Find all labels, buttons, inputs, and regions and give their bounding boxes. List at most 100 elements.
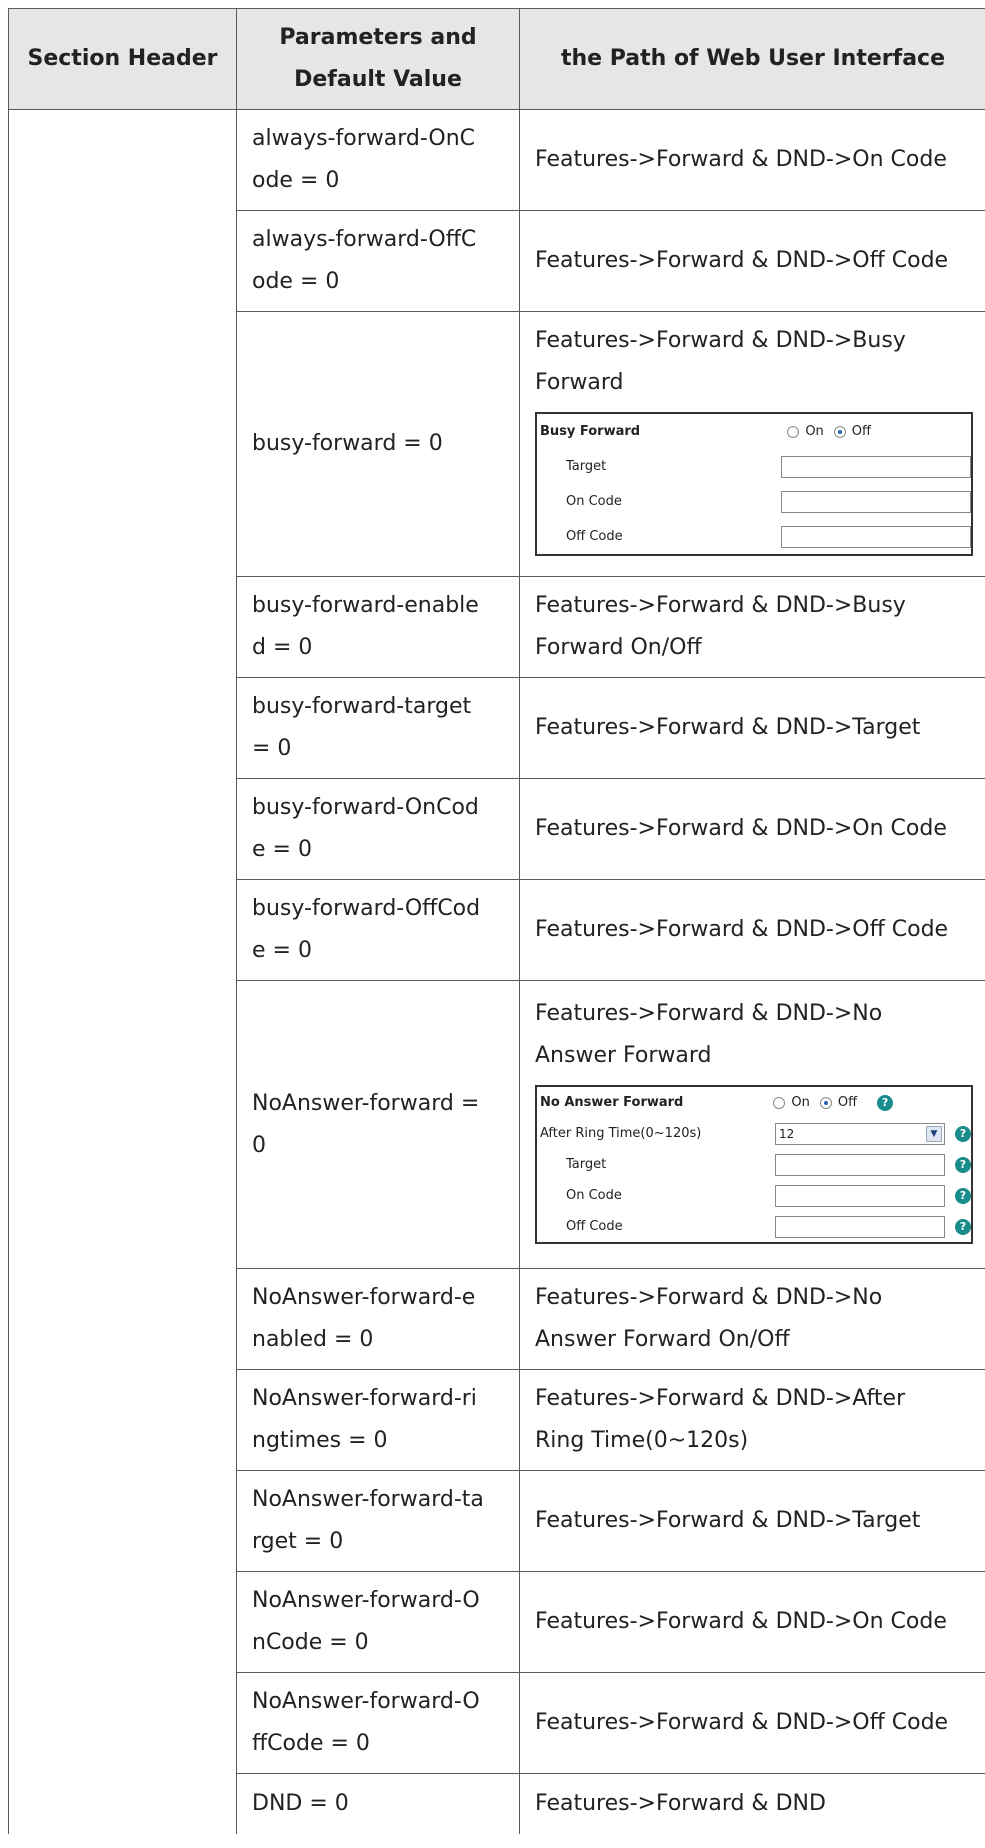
help-icon[interactable]: ? [955,1218,971,1235]
ring-time-row: After Ring Time(0~120s) 12 ▼ ? [537,1118,971,1149]
ring-time-value: 12 [779,1126,795,1141]
radio-off[interactable] [833,425,846,438]
path-line: Ring Time(0~120s) [535,1428,749,1453]
param-cell: NoAnswer-forward = 0 [236,980,520,1269]
busy-offcode-field-wrap [781,525,971,548]
busy-offcode-input[interactable] [781,525,971,548]
param-line: ode = 0 [252,269,340,294]
busy-oncode-field-wrap [781,490,971,513]
path-cell: Features->Forward & DND->Busy Forward On… [519,576,985,678]
path-cell: Features->Forward & DND->Busy Forward Bu… [519,311,985,577]
path-line: Features->Forward & DND->Off Code [535,1710,949,1735]
param-line: nabled = 0 [252,1327,374,1352]
path-line: Features->Forward & DND->Target [535,715,921,740]
ring-time-label: After Ring Time(0~120s) [540,1126,702,1141]
radio-on-label: On [805,424,824,439]
table-row: always-forward-OnC ode = 0 Features->For… [8,109,985,1834]
busy-forward-title-row: Busy Forward On Off [537,414,971,449]
path-line: Features->Forward & DND->No [535,1001,883,1026]
path-cell: Features->Forward & DND->After Ring Time… [519,1369,985,1471]
param-line: = 0 [252,736,292,761]
busy-oncode-label: On Code [566,494,622,509]
radio-on-label: On [791,1095,810,1110]
noanswer-title: No Answer Forward [540,1095,684,1110]
busy-forward-panel: Busy Forward On Off Target On Code Off C… [535,412,973,556]
param-line: NoAnswer-forward-ri [252,1386,477,1411]
param-cell: NoAnswer-forward-O ffCode = 0 [236,1672,520,1774]
noanswer-oncode-label: On Code [566,1188,622,1203]
param-line: busy-forward-target [252,694,472,719]
path-cell: Features->Forward & DND->No Answer Forwa… [519,980,985,1269]
param-cell: busy-forward-OffCod e = 0 [236,879,520,981]
ring-time-select[interactable]: 12 ▼ [775,1122,945,1145]
path-cell: Features->Forward & DND->On Code [519,778,985,880]
path-line: Features->Forward & DND->Off Code [535,248,949,273]
param-line: 0 [252,1132,266,1158]
radio-on[interactable] [773,1096,786,1109]
help-icon[interactable]: ? [955,1125,971,1142]
radio-off-label: Off [851,424,871,439]
param-line: busy-forward-OnCod [252,795,479,820]
param-line: e = 0 [252,837,312,862]
help-icon[interactable]: ? [877,1094,894,1111]
noanswer-oncode-input[interactable] [775,1184,945,1207]
noanswer-offcode-input[interactable] [775,1215,945,1238]
path-cell: Features->Forward & DND->Target [519,1470,985,1572]
param-line: busy-forward-enable [252,593,479,618]
path-line: Features->Forward & DND->On Code [535,1609,947,1634]
param-cell: busy-forward = 0 [236,311,520,577]
radio-on[interactable] [787,425,800,438]
param-cell: NoAnswer-forward-e nabled = 0 [236,1268,520,1370]
noanswer-toggle: On Off ? [773,1087,894,1118]
path-line: Forward On/Off [535,635,702,660]
param-line: DND = 0 [252,1790,349,1816]
param-line: busy-forward-OffCod [252,896,481,921]
param-cell: always-forward-OnC ode = 0 [236,109,520,211]
param-cell: always-forward-OffC ode = 0 [236,210,520,312]
param-line: NoAnswer-forward = [252,1090,480,1116]
param-line: rget = 0 [252,1529,344,1554]
help-icon[interactable]: ? [955,1156,971,1173]
table-header-row: Section Header Parameters and Default Va… [8,8,985,110]
busy-oncode-row: On Code [537,484,971,519]
parameter-table: Section Header Parameters and Default Va… [8,8,985,1834]
param-line: ngtimes = 0 [252,1428,388,1453]
noanswer-target-field-wrap: ? [775,1153,971,1176]
busy-offcode-row: Off Code [537,519,971,554]
noanswer-target-input[interactable] [775,1153,945,1176]
header-parameters-line1: Parameters and [279,25,477,50]
path-line: Features->Forward & DND [535,1790,826,1816]
busy-forward-title: Busy Forward [540,424,641,439]
param-line: e = 0 [252,938,312,963]
param-cell: busy-forward-enable d = 0 [236,576,520,678]
busy-target-field-wrap [781,455,971,478]
chevron-down-icon: ▼ [926,1125,942,1142]
param-line: NoAnswer-forward-O [252,1588,480,1613]
path-line: Features->Forward & DND->On Code [535,816,947,841]
busy-target-input[interactable] [781,455,971,478]
param-line: ffCode = 0 [252,1731,370,1756]
radio-off[interactable] [819,1096,832,1109]
path-line: Features->Forward & DND->No [535,1285,883,1310]
busy-forward-toggle: On Off [787,414,881,449]
path-line: Features->Forward & DND->Off Code [535,917,949,942]
param-cell: NoAnswer-forward-ta rget = 0 [236,1470,520,1572]
busy-oncode-input[interactable] [781,490,971,513]
param-cell: NoAnswer-forward-O nCode = 0 [236,1571,520,1673]
param-line: NoAnswer-forward-e [252,1285,476,1310]
path-line: Answer Forward [535,1043,712,1068]
param-line: d = 0 [252,635,313,660]
path-line: Features->Forward & DND->Busy [535,328,906,353]
radio-off-label: Off [837,1095,858,1110]
ring-time-field-wrap: 12 ▼ ? [775,1122,971,1145]
path-line: Answer Forward On/Off [535,1327,790,1352]
busy-target-row: Target [537,449,971,484]
noanswer-offcode-label: Off Code [566,1219,623,1234]
path-cell: Features->Forward & DND->Off Code [519,210,985,312]
path-line: Features->Forward & DND->On Code [535,147,947,172]
busy-target-label: Target [566,459,607,474]
param-cell: NoAnswer-forward-ri ngtimes = 0 [236,1369,520,1471]
header-parameters-line2: Default Value [294,67,462,92]
busy-offcode-label: Off Code [566,529,623,544]
help-icon[interactable]: ? [955,1187,971,1204]
